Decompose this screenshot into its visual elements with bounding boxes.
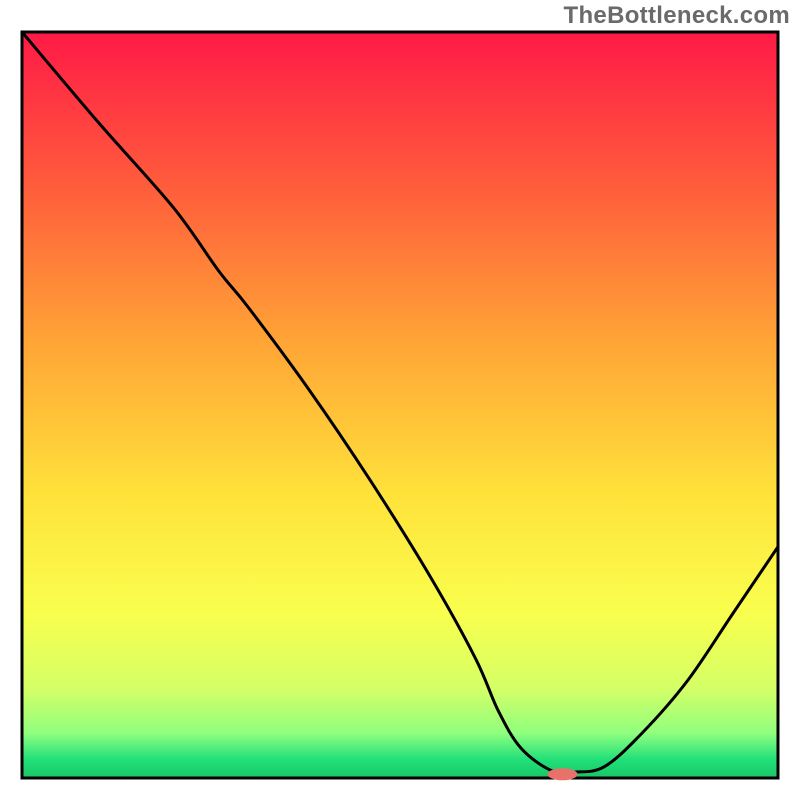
plot-svg xyxy=(0,0,800,800)
watermark-text: TheBottleneck.com xyxy=(564,2,790,30)
bottleneck-chart: TheBottleneck.com xyxy=(0,0,800,800)
optimal-point-marker xyxy=(548,768,578,780)
plot-background xyxy=(22,32,778,778)
